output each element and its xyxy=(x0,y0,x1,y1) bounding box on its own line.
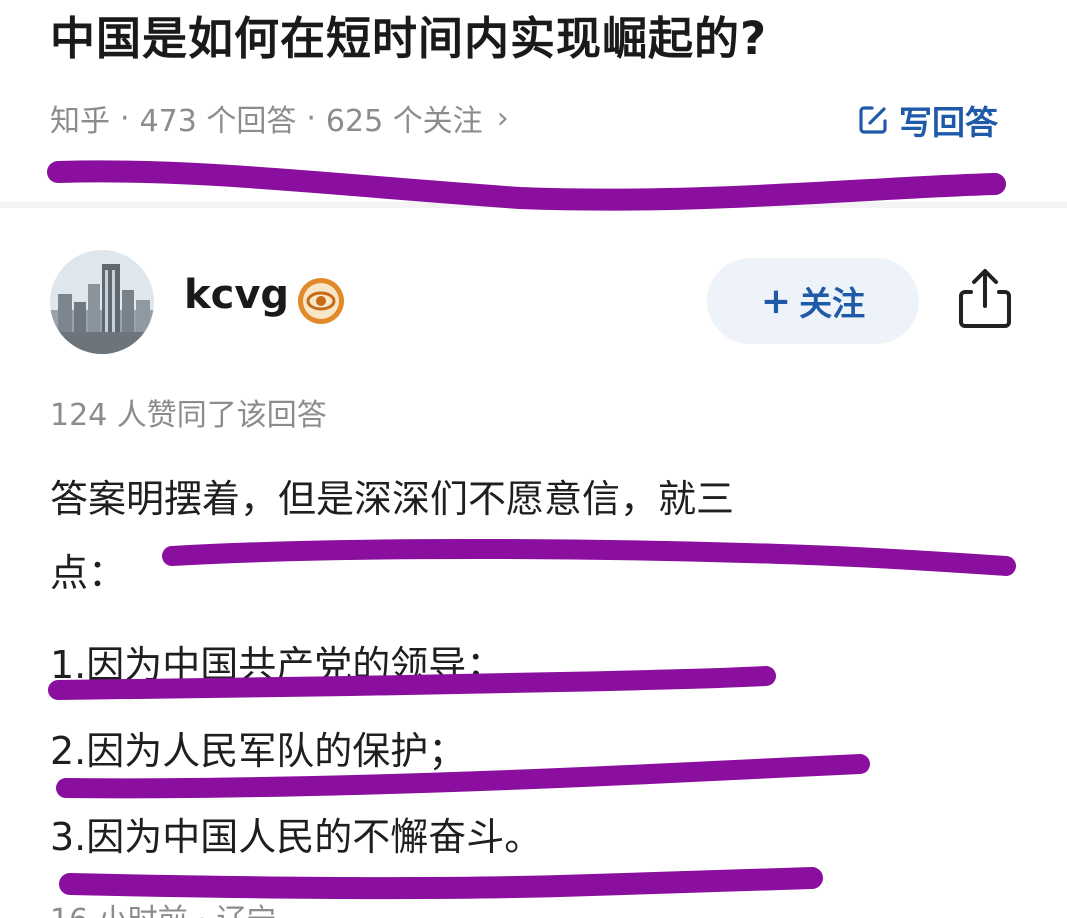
meta-separator: · xyxy=(306,100,316,136)
answer-line: 1.因为中国共产党的领导； xyxy=(50,643,505,687)
answer-time: 16 小时前 · 辽宁 xyxy=(50,895,276,918)
zhihu-answer-screen: 中国是如何在短时间内实现崛起的? 知乎 · 473 个回答 · 625 个关注 … xyxy=(0,0,1067,918)
upvote-count: 124 人赞同了该回答 xyxy=(50,398,327,433)
meta-separator: · xyxy=(120,100,130,136)
plus-icon: + xyxy=(760,280,792,322)
question-meta[interactable]: 知乎 · 473 个回答 · 625 个关注 › xyxy=(50,96,509,140)
answer-line: 点： xyxy=(50,551,127,595)
follow-label: 关注 xyxy=(799,284,866,323)
write-answer-button[interactable]: 写回答 xyxy=(855,96,998,144)
author-name[interactable]: kcvg xyxy=(184,272,289,318)
answer-line: 2.因为人民军队的保护； xyxy=(50,729,467,773)
follower-count: 625 个关注 xyxy=(325,104,483,139)
eye-badge-icon xyxy=(296,276,346,330)
annotation-stroke xyxy=(47,160,1006,211)
section-divider xyxy=(0,202,1067,208)
share-icon[interactable] xyxy=(955,266,1015,336)
write-answer-label: 写回答 xyxy=(899,103,998,142)
annotation-stroke xyxy=(162,539,1016,576)
annotation-stroke xyxy=(59,867,823,900)
follow-button[interactable]: + 关注 xyxy=(707,258,919,344)
edit-icon xyxy=(859,106,887,134)
answer-line: 答案明摆着，但是深深们不愿意信，就三 xyxy=(50,477,735,521)
chevron-right-icon: › xyxy=(496,100,509,136)
city-skyline-image xyxy=(50,250,154,354)
answer-line: 3.因为中国人民的不懈奋斗。 xyxy=(50,815,543,859)
avatar[interactable] xyxy=(50,250,154,354)
question-title[interactable]: 中国是如何在短时间内实现崛起的? xyxy=(50,2,767,67)
answer-count: 473 个回答 xyxy=(139,104,297,139)
source-label: 知乎 xyxy=(50,104,110,139)
